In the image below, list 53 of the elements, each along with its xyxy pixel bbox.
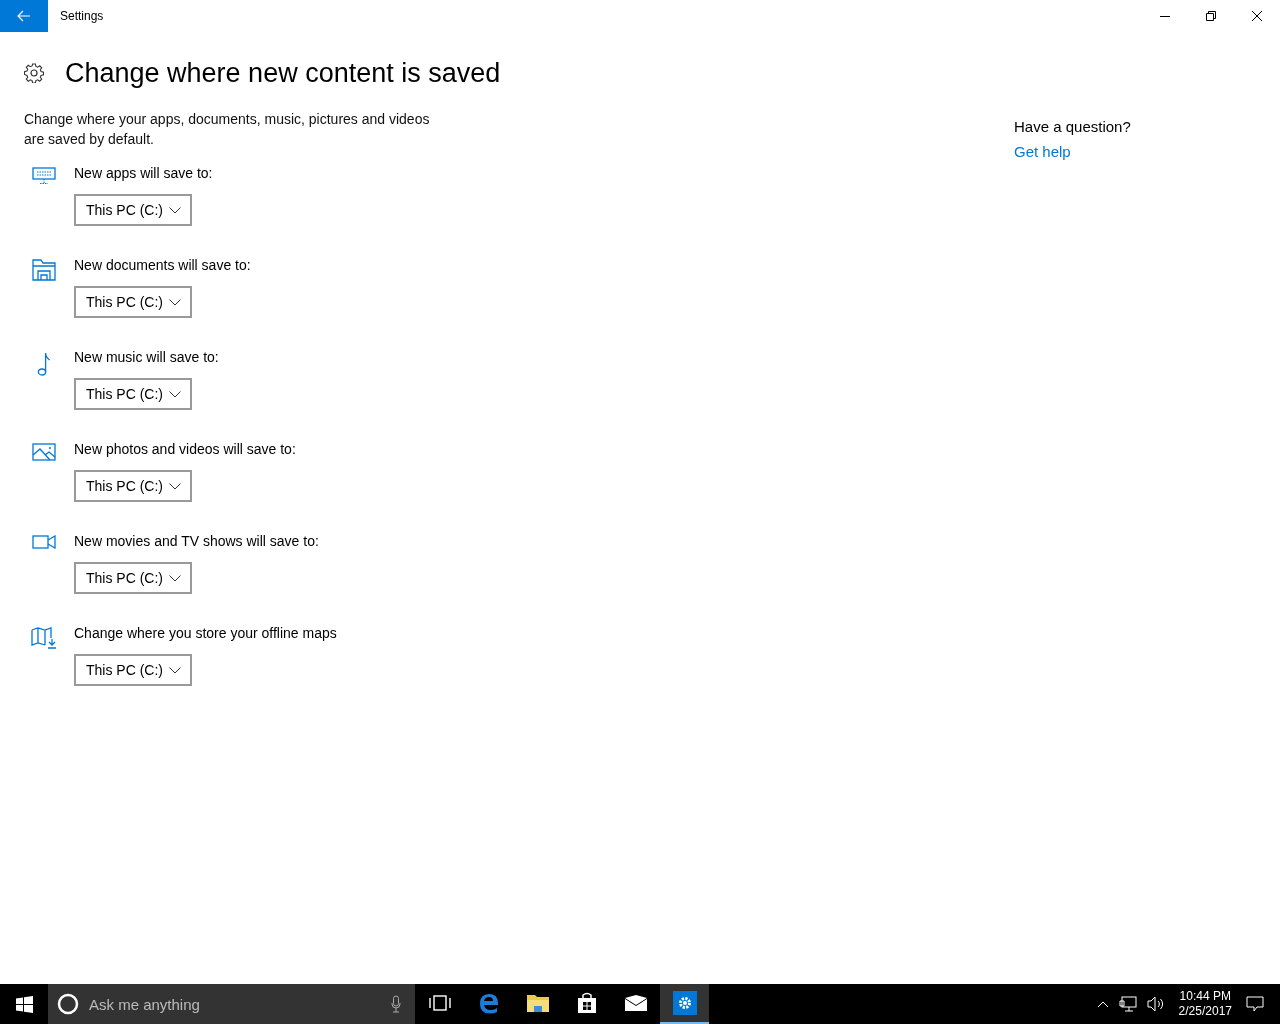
setting-label: New photos and videos will save to: [74, 440, 296, 459]
close-icon [1252, 11, 1262, 21]
setting-label: New apps will save to: [74, 164, 213, 183]
drive-dropdown[interactable]: This PC (C:) [74, 654, 192, 686]
drive-dropdown[interactable]: This PC (C:) [74, 378, 192, 410]
folder-icon [525, 993, 550, 1013]
volume-icon[interactable] [1146, 996, 1165, 1012]
minimize-icon [1160, 15, 1170, 17]
circle-icon [57, 993, 79, 1015]
taskbar-app-button[interactable] [660, 984, 709, 1024]
search-field[interactable]: Ask me anything [87, 994, 383, 1014]
browser-icon [477, 992, 500, 1014]
drive-dropdown[interactable]: This PC (C:) [74, 470, 192, 502]
map-download-icon [31, 627, 57, 649]
clock-date: 2/25/2017 [1178, 1004, 1232, 1019]
chevron-down-icon [169, 574, 181, 582]
setting-label: New documents will save to: [74, 256, 251, 275]
video-camera-icon [32, 535, 56, 549]
drive-dropdown[interactable]: This PC (C:) [74, 562, 192, 594]
chevron-down-icon [169, 390, 181, 398]
monitor-icon [32, 167, 56, 185]
chevron-up-icon[interactable] [1096, 1000, 1109, 1008]
search-bar[interactable]: Ask me anything [48, 984, 415, 1024]
help-heading: Have a question? [1014, 118, 1131, 135]
gear-icon [672, 991, 697, 1015]
clock-time: 10:44 PM [1179, 989, 1231, 1004]
image-icon [32, 443, 56, 461]
task-view-icon [428, 995, 451, 1011]
setting-label: Change where you store your offline maps [74, 624, 337, 643]
windows-logo-icon [15, 995, 33, 1013]
drive-dropdown[interactable]: This PC (C:) [74, 286, 192, 318]
shopping-bag-icon [576, 992, 597, 1014]
settings-icon [24, 63, 44, 83]
restore-icon [1206, 11, 1216, 21]
back-arrow-icon [17, 10, 31, 22]
network-icon[interactable] [1118, 996, 1137, 1012]
clock[interactable]: 10:44 PM 2/25/2017 [1174, 989, 1236, 1019]
page-heading: Change where new content is saved [65, 57, 501, 89]
notifications-icon[interactable] [1246, 996, 1264, 1012]
chevron-down-icon [169, 482, 181, 490]
chevron-down-icon [169, 206, 181, 214]
folder-icon [32, 259, 56, 281]
get-help-link[interactable]: Get help [1014, 143, 1071, 160]
music-note-icon [37, 351, 51, 377]
drive-dropdown[interactable]: This PC (C:) [74, 194, 192, 226]
description: Change where your apps, documents, music, pictures and videos are saved by default. [24, 110, 431, 149]
window-title: Settings [60, 9, 104, 23]
microphone-icon [391, 995, 401, 1013]
envelope-icon [623, 994, 648, 1012]
chevron-down-icon [169, 298, 181, 306]
setting-label: New music will save to: [74, 348, 219, 367]
chevron-down-icon [169, 666, 181, 674]
setting-label: New movies and TV shows will save to: [74, 532, 319, 551]
